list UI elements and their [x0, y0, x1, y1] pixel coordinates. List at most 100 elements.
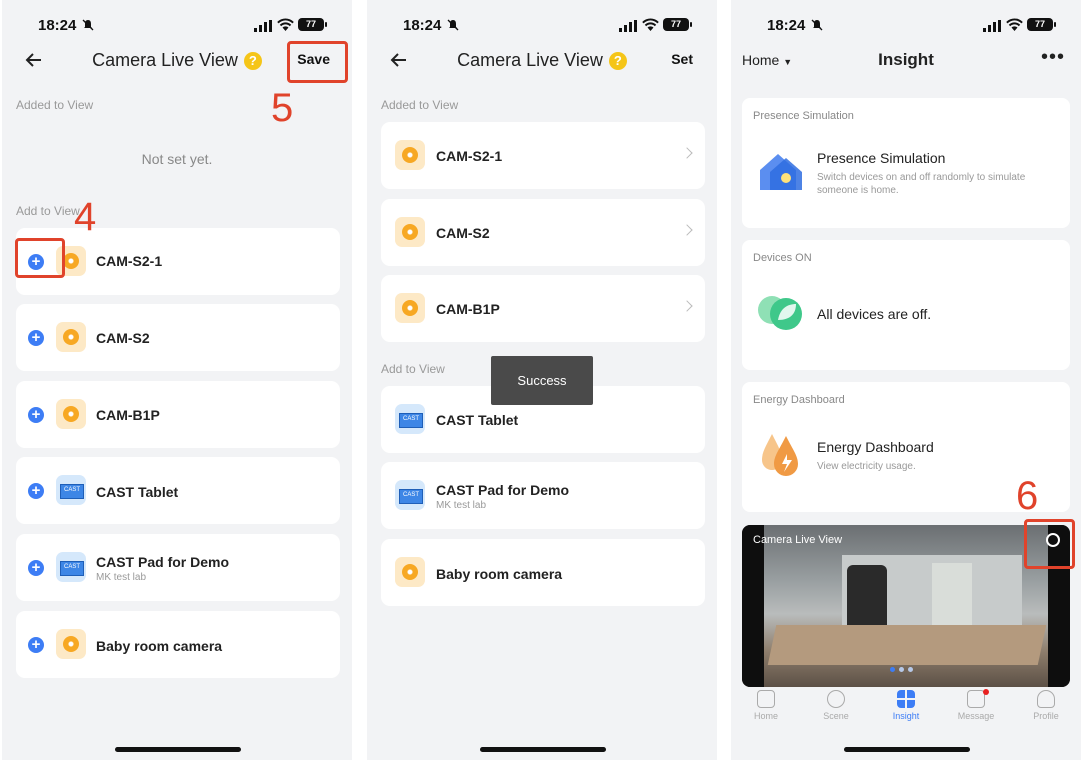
- device-location: MK test lab: [436, 500, 487, 511]
- status-time: 18:24: [767, 17, 806, 34]
- wifi-icon: [277, 18, 294, 31]
- presence-card[interactable]: Presence Simulation Presence Simulation …: [742, 98, 1070, 228]
- device-name: CAST Tablet: [436, 412, 519, 428]
- section-add-label: Add to View: [16, 204, 80, 218]
- chevron-right-icon: [681, 147, 693, 159]
- tablet-icon: [56, 475, 86, 505]
- camera-view-title: Camera Live View: [753, 534, 843, 546]
- home-indicator: [115, 747, 241, 752]
- status-time: 18:24: [403, 17, 442, 34]
- success-toast: Success: [491, 356, 593, 405]
- add-plus-icon[interactable]: +: [28, 407, 44, 423]
- add-plus-icon[interactable]: +: [28, 560, 44, 576]
- page-title: Insight: [878, 50, 934, 69]
- help-icon[interactable]: ?: [608, 52, 627, 70]
- device-card: + CAST Pad for Demo MK test lab: [16, 534, 340, 601]
- phone-screen-saved: 18:24 77 Camera Live View? Set Added to …: [367, 0, 717, 760]
- added-device-card[interactable]: CAM-S2-1: [381, 122, 705, 189]
- phone-screen-insight: 18:24 77 Home ▼ Insight ••• Presence Sim…: [731, 0, 1081, 760]
- camera-icon: [56, 322, 86, 352]
- wifi-icon: [642, 18, 659, 31]
- tab-scene[interactable]: Scene: [806, 690, 866, 721]
- step-number-5: 5: [271, 86, 294, 130]
- device-name: CAST Tablet: [96, 484, 179, 500]
- device-name: Baby room camera: [96, 638, 223, 654]
- profile-icon: [1037, 690, 1055, 708]
- card-caption: Presence Simulation: [753, 110, 854, 122]
- tab-home[interactable]: Home: [736, 690, 796, 721]
- added-device-card[interactable]: CAM-S2: [381, 199, 705, 266]
- section-add-label: Add to View: [381, 362, 445, 376]
- help-icon[interactable]: ?: [243, 52, 262, 70]
- device-card: + CAST Tablet: [16, 457, 340, 524]
- set-button[interactable]: Set: [671, 51, 693, 67]
- pager-dot[interactable]: [899, 667, 904, 672]
- camera-icon: [395, 217, 425, 247]
- leaf-icon: [758, 296, 802, 330]
- mute-bell-icon: [447, 19, 459, 31]
- pager-dot[interactable]: [908, 667, 913, 672]
- insight-icon: [897, 690, 915, 708]
- add-plus-icon[interactable]: +: [28, 330, 44, 346]
- tablet-icon: [395, 480, 425, 510]
- section-added-label: Added to View: [16, 98, 94, 112]
- scene-icon: [827, 690, 845, 708]
- device-name: CAST Pad for Demo: [436, 482, 570, 498]
- letterbox-left: [742, 525, 764, 687]
- more-icon[interactable]: •••: [1041, 46, 1065, 69]
- added-device-card[interactable]: CAM-B1P: [381, 275, 705, 342]
- bottom-tab-bar: Home Scene Insight Message Profile: [731, 689, 1081, 730]
- add-plus-icon[interactable]: +: [28, 483, 44, 499]
- battery-indicator: 77: [1027, 18, 1056, 31]
- card-title: All devices are off.: [817, 306, 932, 322]
- tab-label: Message: [957, 711, 995, 721]
- signal-icon: [983, 20, 1001, 32]
- tab-profile[interactable]: Profile: [1016, 690, 1076, 721]
- card-caption: Energy Dashboard: [753, 394, 845, 406]
- pager-dot[interactable]: [890, 667, 895, 672]
- highlight-box-gear: [1024, 519, 1075, 569]
- camera-icon: [395, 140, 425, 170]
- tab-label: Scene: [823, 711, 849, 721]
- card-caption: Devices ON: [753, 252, 812, 264]
- device-card: + CAM-S2: [16, 304, 340, 371]
- card-subtitle: Switch devices on and off randomly to si…: [817, 172, 1026, 196]
- signal-icon: [254, 20, 272, 32]
- home-icon: [757, 690, 775, 708]
- tab-message[interactable]: Message: [946, 689, 1006, 721]
- camera-icon: [56, 399, 86, 429]
- device-name: CAST Pad for Demo: [96, 554, 230, 570]
- mute-bell-icon: [82, 19, 94, 31]
- device-name: CAM-B1P: [96, 407, 160, 423]
- signal-icon: [619, 20, 637, 32]
- tab-insight[interactable]: Insight: [876, 690, 936, 721]
- highlight-box-add: [15, 238, 65, 278]
- chevron-right-icon: [681, 300, 693, 312]
- device-location: MK test lab: [96, 572, 147, 583]
- tablet-icon: [395, 404, 425, 434]
- battery-indicator: 77: [663, 18, 692, 31]
- devices-on-card[interactable]: Devices ON All devices are off.: [742, 240, 1070, 370]
- mute-bell-icon: [811, 19, 823, 31]
- wifi-icon: [1006, 18, 1023, 31]
- camera-live-view-widget[interactable]: Camera Live View: [742, 525, 1070, 687]
- pager-dots: [890, 659, 917, 677]
- header: Home ▼ Insight •••: [731, 42, 1081, 78]
- device-name: CAM-S2: [436, 225, 490, 241]
- camera-icon: [56, 629, 86, 659]
- tablet-icon: [56, 552, 86, 582]
- tab-label: Home: [753, 711, 778, 721]
- camera-icon: [395, 557, 425, 587]
- device-name: CAM-S2-1: [436, 148, 503, 164]
- battery-indicator: 77: [298, 18, 327, 31]
- unread-dot: [983, 689, 989, 695]
- section-added-label: Added to View: [381, 98, 459, 112]
- empty-state-text: Not set yet.: [141, 151, 213, 167]
- device-card[interactable]: Baby room camera: [381, 539, 705, 606]
- device-name: CAM-S2: [96, 330, 150, 346]
- add-plus-icon[interactable]: +: [28, 637, 44, 653]
- step-number-6: 6: [1016, 474, 1039, 518]
- highlight-box-save: [287, 41, 348, 83]
- device-name: CAM-B1P: [436, 301, 500, 317]
- device-card[interactable]: CAST Pad for Demo MK test lab: [381, 462, 705, 529]
